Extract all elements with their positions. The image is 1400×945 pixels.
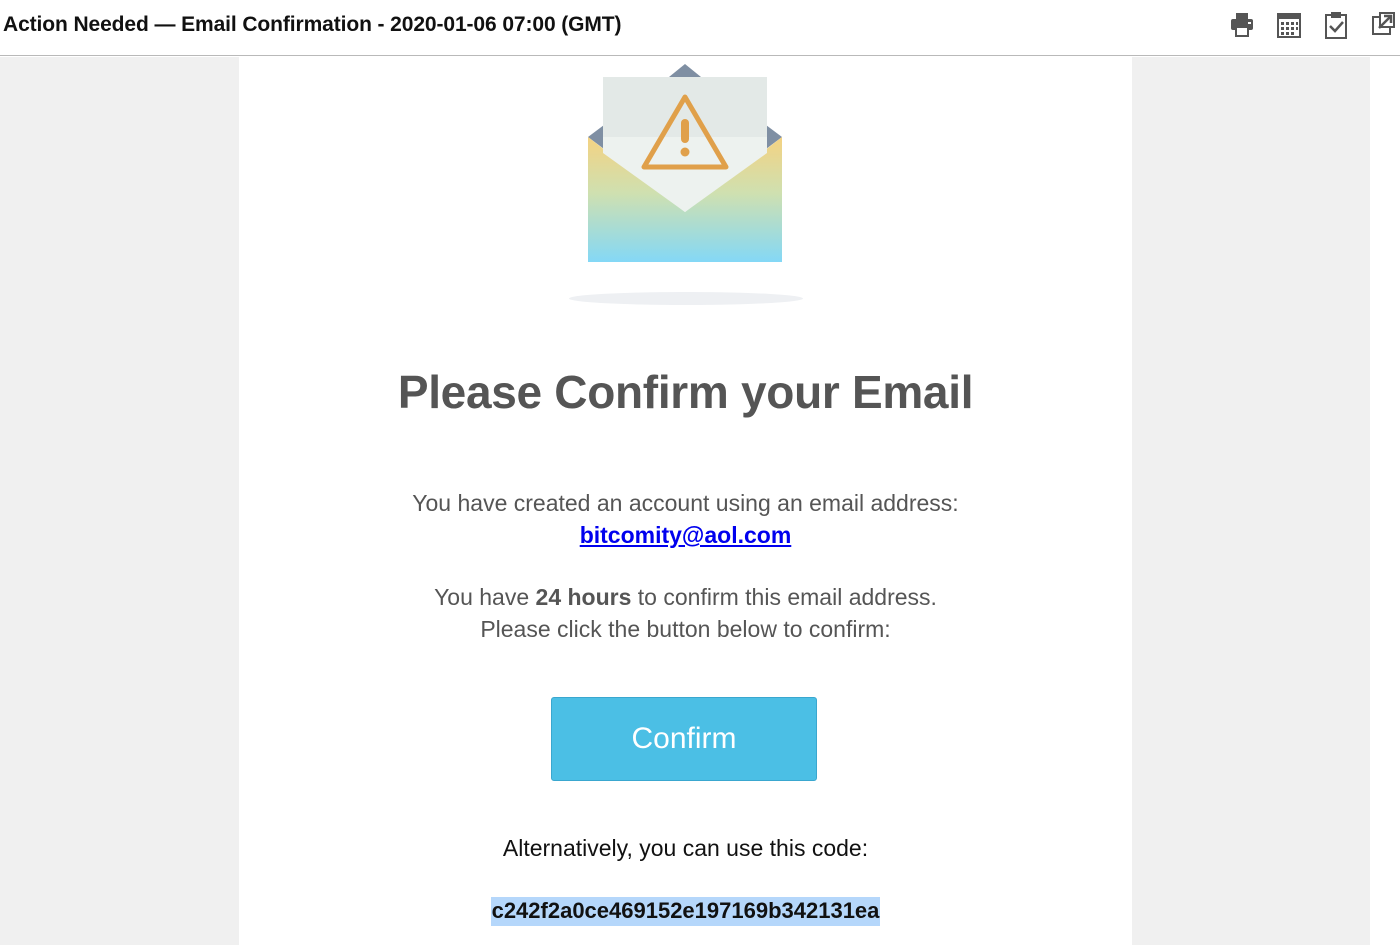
- scrollbar-track[interactable]: [1370, 57, 1400, 945]
- clipboard-check-icon[interactable]: [1322, 10, 1352, 42]
- deadline-suffix: to confirm this email address.: [631, 584, 937, 610]
- click-instruction: Please click the button below to confirm…: [480, 616, 891, 642]
- account-message: You have created an account using an ema…: [239, 487, 1132, 551]
- account-text: You have created an account using an ema…: [412, 490, 959, 516]
- message-header: Action Needed — Email Confirmation - 202…: [0, 0, 1400, 56]
- confirm-button[interactable]: Confirm: [551, 697, 817, 781]
- page-title: Please Confirm your Email: [397, 366, 974, 418]
- email-address-link[interactable]: bitcomity@aol.com: [580, 522, 792, 548]
- confirmation-code[interactable]: c242f2a0ce469152e197169b342131ea: [490, 897, 881, 926]
- open-external-icon[interactable]: [1369, 10, 1399, 42]
- print-icon[interactable]: [1228, 10, 1258, 42]
- code-container: c242f2a0ce469152e197169b342131ea: [239, 897, 1132, 926]
- envelope-warning-icon: [588, 64, 782, 262]
- email-subject: Action Needed — Email Confirmation - 202…: [3, 13, 622, 36]
- deadline-prefix: You have: [434, 584, 536, 610]
- alternative-text: Alternatively, you can use this code:: [502, 835, 869, 861]
- calendar-icon[interactable]: [1275, 10, 1305, 42]
- deadline-hours: 24 hours: [535, 584, 632, 610]
- email-body: Please Confirm your Email You have creat…: [239, 57, 1132, 945]
- deadline-message: You have 24 hours to confirm this email …: [239, 581, 1132, 645]
